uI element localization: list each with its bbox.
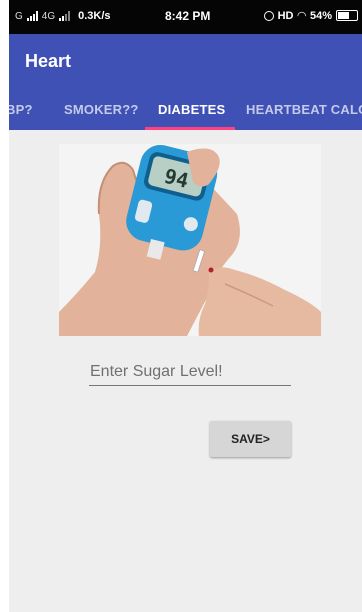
tab-bar: BP? SMOKER?? DIABETES HEARTBEAT CALC bbox=[9, 96, 362, 130]
wifi-icon: ◠ bbox=[297, 10, 306, 22]
carrier-label: G bbox=[15, 10, 23, 22]
status-left: G 4G 0.3K/s bbox=[15, 10, 111, 22]
alarm-icon bbox=[263, 10, 274, 21]
sugar-level-input[interactable] bbox=[89, 358, 291, 385]
app-screen: G 4G 0.3K/s 8:42 PM HD ◠ 54% Heart BP? S… bbox=[9, 0, 362, 612]
tab-smoker[interactable]: SMOKER?? bbox=[64, 102, 139, 117]
signal-icon bbox=[26, 11, 38, 21]
sugar-level-field-wrap bbox=[89, 358, 291, 386]
tab-indicator bbox=[145, 127, 235, 130]
signal-icon-2 bbox=[59, 11, 71, 21]
network-label: 4G bbox=[41, 10, 56, 22]
tab-bp[interactable]: BP? bbox=[9, 102, 33, 117]
battery-percent: 54% bbox=[309, 9, 332, 22]
net-speed: 0.3K/s bbox=[78, 10, 111, 22]
app-title: Heart bbox=[25, 51, 72, 71]
save-button[interactable]: SAVE> bbox=[210, 421, 291, 457]
tab-diabetes[interactable]: DIABETES bbox=[158, 102, 225, 117]
hd-label: HD bbox=[277, 9, 294, 22]
battery-icon bbox=[336, 10, 358, 21]
clock: 8:42 PM bbox=[165, 9, 211, 23]
app-bar: Heart BP? SMOKER?? DIABETES HEARTBEAT CA… bbox=[9, 34, 362, 130]
status-bar: G 4G 0.3K/s 8:42 PM HD ◠ 54% bbox=[9, 0, 362, 34]
status-right: HD ◠ 54% bbox=[263, 9, 358, 22]
tab-heartbeat-calc[interactable]: HEARTBEAT CALC bbox=[246, 102, 362, 117]
glucose-meter-image: 94 bbox=[59, 144, 321, 336]
